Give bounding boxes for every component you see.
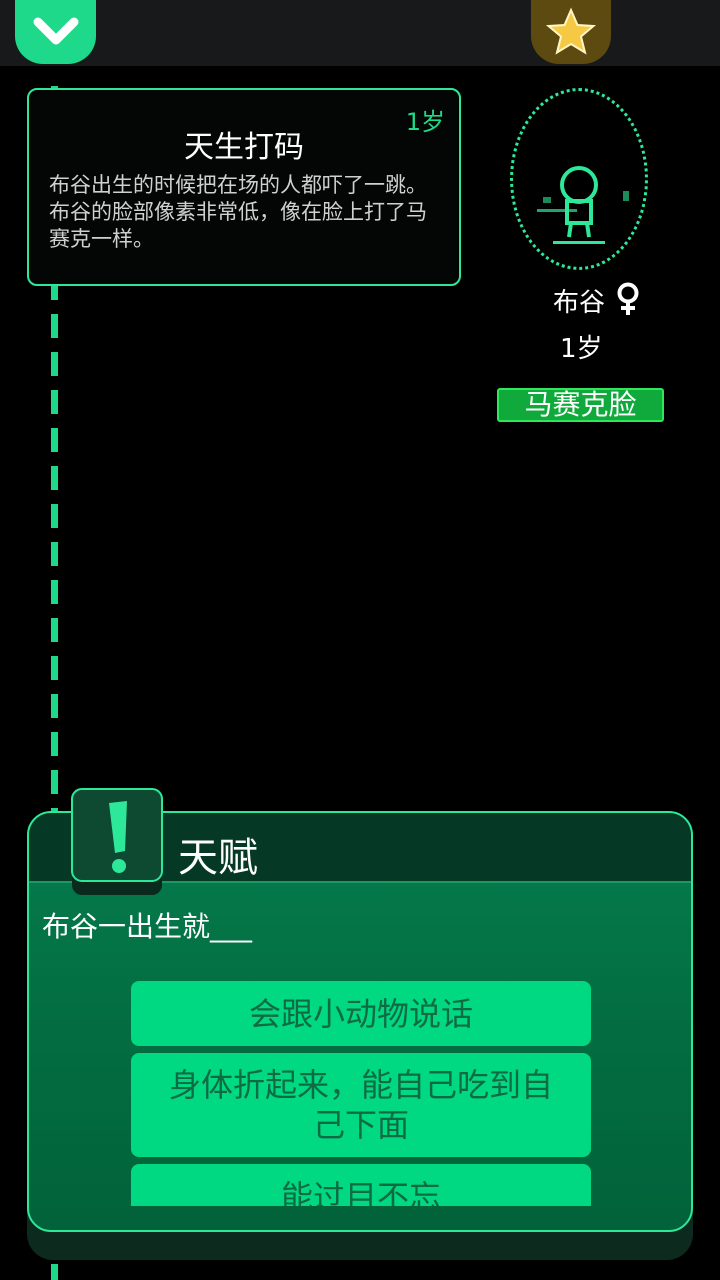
avatar[interactable] xyxy=(510,88,648,270)
panel-body: 布谷一出生就___ 会跟小动物说话 身体折起来，能自己吃到自己下面 能过目不忘 xyxy=(29,883,691,1230)
exclamation-icon xyxy=(71,788,163,895)
trait-badge[interactable]: 马赛克脸 xyxy=(497,388,664,422)
event-card: 1岁 天生打码 布谷出生的时候把在场的人都吓了一跳。布谷的脸部像素非常低，像在脸… xyxy=(27,88,461,286)
event-title: 天生打码 xyxy=(184,130,304,165)
talent-option[interactable]: 会跟小动物说话 xyxy=(131,981,591,1046)
mosaic-figure-icon xyxy=(537,166,629,244)
profile-age: 1岁 xyxy=(560,334,603,364)
star-icon xyxy=(545,7,597,55)
panel-title: 天赋 xyxy=(178,835,258,881)
profile-name: 布谷 xyxy=(553,288,606,318)
talent-prompt: 布谷一出生就___ xyxy=(42,910,253,943)
female-icon xyxy=(617,282,639,315)
favorite-button[interactable] xyxy=(531,0,611,64)
talent-option[interactable]: 能过目不忘 xyxy=(131,1164,591,1206)
top-bar xyxy=(0,0,720,66)
talent-option[interactable]: 身体折起来，能自己吃到自己下面 xyxy=(131,1053,591,1157)
event-description: 布谷出生的时候把在场的人都吓了一跳。布谷的脸部像素非常低，像在脸上打了马赛克一样… xyxy=(49,173,427,251)
collapse-button[interactable] xyxy=(15,0,96,64)
chevron-down-icon xyxy=(33,17,78,45)
talent-options[interactable]: 会跟小动物说话 身体折起来，能自己吃到自己下面 能过目不忘 xyxy=(131,981,591,1206)
